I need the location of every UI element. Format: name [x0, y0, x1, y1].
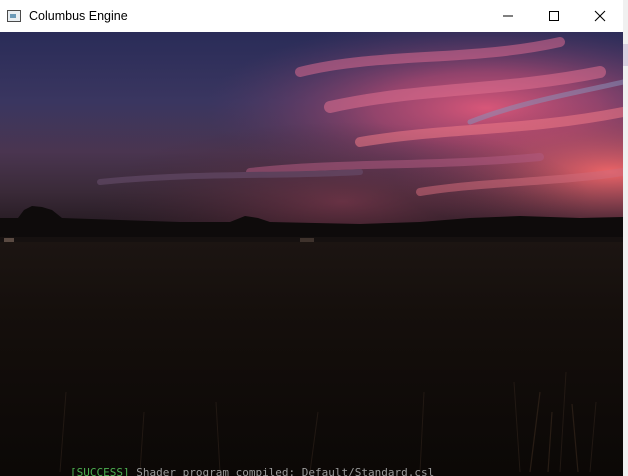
- title-bar[interactable]: Columbus Engine: [0, 0, 623, 32]
- maximize-button[interactable]: [531, 0, 577, 32]
- app-window: Columbus Engine [SUCCESS] Shader program…: [0, 0, 623, 476]
- close-icon: [594, 10, 606, 22]
- window-title: Columbus Engine: [29, 9, 128, 23]
- desktop-background-strip: [623, 0, 628, 476]
- console-message: Shader program compiled: Default/Standar…: [136, 466, 435, 476]
- maximize-icon: [549, 11, 559, 21]
- render-viewport[interactable]: [0, 32, 623, 476]
- sunset-scene-image: [0, 32, 623, 476]
- console-log-line: [SUCCESS] Shader program compiled: Defau…: [70, 466, 623, 476]
- console-status: [SUCCESS]: [70, 466, 130, 476]
- minimize-icon: [503, 15, 513, 17]
- screen: Columbus Engine [SUCCESS] Shader program…: [0, 0, 628, 476]
- app-icon: [7, 10, 21, 22]
- background-window-edge: [623, 44, 628, 66]
- close-button[interactable]: [577, 0, 623, 32]
- minimize-button[interactable]: [485, 0, 531, 32]
